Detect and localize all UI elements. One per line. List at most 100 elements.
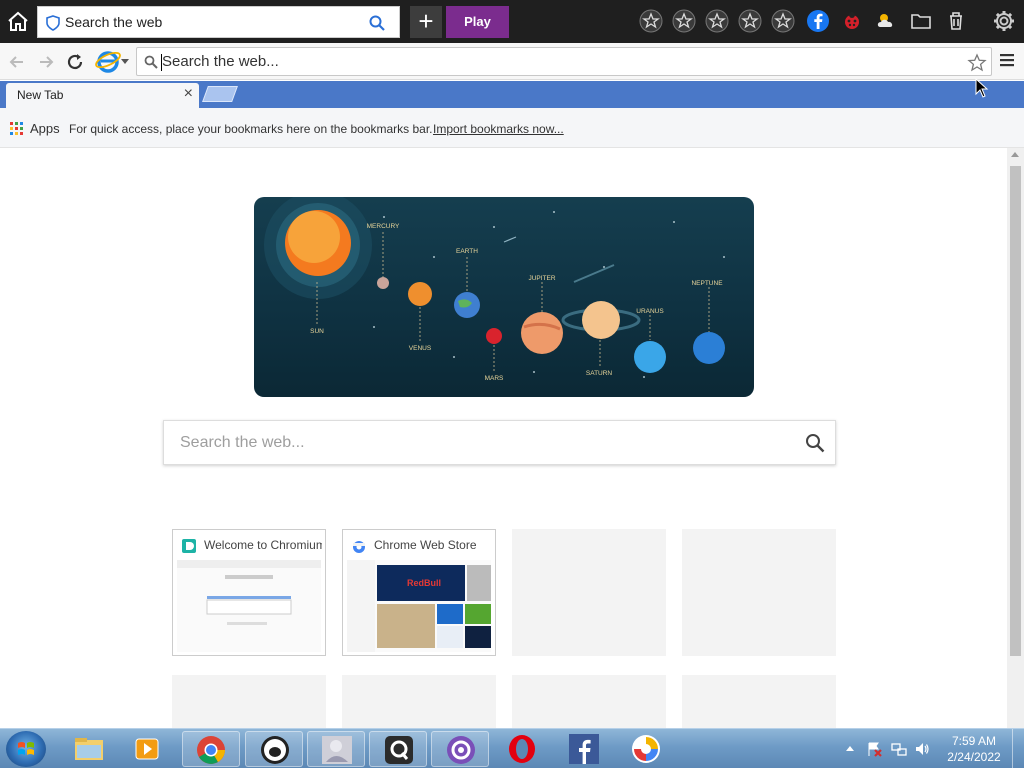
shield-icon [46, 15, 60, 31]
start-button[interactable] [6, 731, 46, 767]
scroll-up-arrow-icon[interactable] [1011, 152, 1019, 157]
image-taskbar-button[interactable] [307, 731, 365, 767]
network-icon[interactable] [891, 741, 907, 757]
bookmarks-bar: Apps For quick access, place your bookma… [0, 108, 1024, 148]
scrollbar-thumb[interactable] [1010, 166, 1021, 656]
facebook-icon[interactable] [806, 9, 830, 33]
forward-arrow-icon[interactable] [36, 52, 56, 72]
chrome-icon [197, 736, 225, 764]
opera-icon [509, 735, 535, 763]
clock-time[interactable]: 7:59 AM [944, 734, 1004, 748]
planet-label: URANUS [636, 308, 664, 315]
address-bar[interactable]: Search the web... [136, 47, 992, 76]
bookmark-star-icon[interactable] [967, 53, 987, 73]
solar-system-illustration: SUN MERCURY VENUS EARTH MARS JUPITER SAT… [264, 197, 725, 382]
top-toolbar: Search the web + Play [0, 0, 1024, 43]
tile-title: Chrome Web Store [374, 538, 477, 552]
empty-tile [682, 529, 836, 656]
show-hidden-icons-arrow[interactable] [846, 745, 854, 751]
empty-tile [512, 675, 666, 728]
toolbar-search-label: Search the web [65, 14, 163, 30]
back-arrow-icon[interactable] [7, 52, 27, 72]
tile-thumbnail [177, 560, 321, 652]
most-visited-tile[interactable]: Chrome Web Store RedBull [342, 529, 496, 656]
svg-text:RedBull: RedBull [407, 578, 441, 588]
address-bar-placeholder: Search the web... [162, 53, 279, 70]
internet-explorer-icon[interactable] [94, 47, 122, 75]
star-extension-icon[interactable] [672, 9, 696, 33]
q-browser-taskbar-button[interactable] [431, 731, 489, 767]
chrome-web-store-icon [353, 541, 365, 553]
windows-taskbar: 7:59 AM 2/24/2022 [0, 728, 1024, 769]
chrome-taskbar-button[interactable] [182, 731, 240, 767]
most-visited-tile[interactable]: Welcome to Chromium [172, 529, 326, 656]
tab-title: New Tab [17, 88, 64, 102]
vpn-taskbar-button[interactable] [617, 731, 675, 767]
star-extension-icon[interactable] [705, 9, 729, 33]
star-extension-icon[interactable] [639, 9, 663, 33]
tile-title: Welcome to Chromium [204, 538, 322, 552]
planet-label: NEPTUNE [691, 280, 723, 287]
address-row: Search the web... [0, 43, 1024, 80]
ladybug-icon[interactable] [840, 9, 864, 33]
search-icon [144, 55, 158, 69]
windows-logo-icon [18, 742, 34, 755]
home-icon[interactable] [6, 10, 30, 34]
star-extension-icon[interactable] [738, 9, 762, 33]
add-button[interactable]: + [410, 6, 442, 38]
main-search-box[interactable]: Search the web... [163, 420, 836, 465]
volume-icon[interactable] [914, 741, 930, 757]
search-icon[interactable] [369, 15, 385, 31]
planet-label: EARTH [456, 248, 478, 255]
planet-label: VENUS [409, 345, 432, 352]
bookmarks-hint: For quick access, place your bookmarks h… [69, 122, 433, 136]
q-browser-icon [447, 736, 475, 764]
app-taskbar-button[interactable] [245, 731, 303, 767]
reload-icon[interactable] [65, 52, 85, 72]
show-desktop-button[interactable] [1012, 729, 1024, 769]
planet-label: MERCURY [367, 223, 400, 230]
hamburger-menu-icon[interactable] [999, 52, 1015, 68]
dropdown-arrow-icon[interactable] [121, 57, 129, 65]
q-app-icon [385, 736, 413, 764]
file-explorer-taskbar-button[interactable] [60, 731, 118, 767]
apps-grid-icon[interactable] [10, 122, 24, 136]
tile-thumbnail: RedBull [347, 560, 491, 652]
media-player-icon [135, 738, 159, 760]
weather-icon[interactable] [874, 9, 898, 33]
planet-label: SATURN [586, 370, 613, 377]
toolbar-search-box[interactable]: Search the web [37, 6, 400, 38]
screaming-face-icon [261, 736, 289, 764]
trash-icon[interactable] [944, 9, 968, 33]
settings-gear-icon[interactable] [992, 9, 1016, 33]
folder-icon[interactable] [909, 9, 933, 33]
action-center-flag-icon[interactable] [866, 741, 882, 757]
media-player-taskbar-button[interactable] [120, 731, 178, 767]
mouse-cursor-icon [975, 78, 989, 98]
facebook-taskbar-button[interactable] [555, 731, 613, 767]
folder-icon [75, 738, 103, 760]
solar-system-banner: SUN MERCURY VENUS EARTH MARS JUPITER SAT… [254, 197, 754, 397]
opera-taskbar-button[interactable] [493, 731, 551, 767]
close-tab-icon[interactable]: × [184, 85, 193, 103]
planet-label: SUN [310, 328, 324, 335]
facebook-icon [569, 734, 599, 764]
planet-label: JUPITER [528, 275, 555, 282]
apps-link[interactable]: Apps [30, 121, 60, 136]
star-extension-icon[interactable] [771, 9, 795, 33]
vertical-scrollbar[interactable] [1007, 148, 1024, 728]
q-app-taskbar-button[interactable] [369, 731, 427, 767]
main-search-placeholder: Search the web... [180, 434, 305, 451]
new-tab-button[interactable] [202, 86, 238, 102]
import-bookmarks-link[interactable]: Import bookmarks now... [433, 122, 564, 136]
tab-strip: New Tab × [0, 81, 1024, 108]
play-button[interactable]: Play [446, 6, 509, 38]
new-tab-page: SUN MERCURY VENUS EARTH MARS JUPITER SAT… [0, 148, 1007, 728]
tab-new-tab[interactable]: New Tab × [6, 83, 199, 108]
search-icon[interactable] [805, 433, 825, 453]
empty-tile [682, 675, 836, 728]
chromium-d-icon [182, 539, 196, 553]
empty-tile [512, 529, 666, 656]
clock-date[interactable]: 2/24/2022 [944, 750, 1004, 764]
vpn-shield-icon [632, 735, 660, 763]
